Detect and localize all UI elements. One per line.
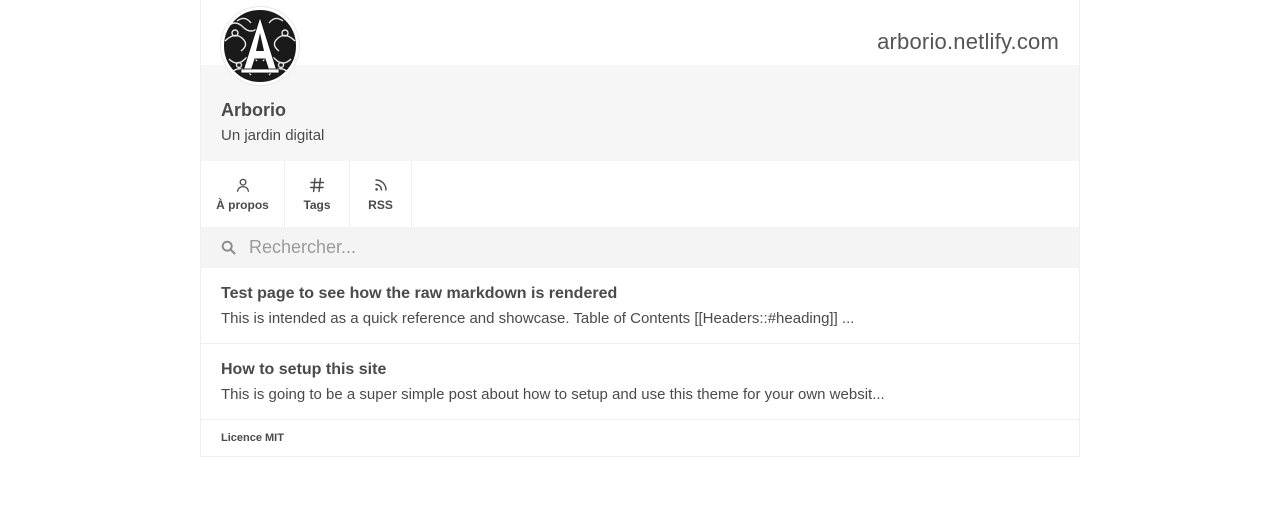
page-container: arborio.netlify.com Arborio Un jardin di…: [200, 0, 1080, 457]
nav-label-tags: Tags: [303, 197, 331, 212]
rss-icon: [374, 178, 387, 191]
hash-icon: [309, 177, 325, 192]
nav-label-rss: RSS: [368, 197, 393, 212]
ornate-letter-a-logo: [222, 8, 298, 84]
post-list-item[interactable]: Test page to see how the raw markdown is…: [201, 268, 1079, 344]
site-name[interactable]: Arborio: [221, 100, 286, 121]
site-url-link[interactable]: arborio.netlify.com: [877, 29, 1059, 55]
search-input[interactable]: [249, 233, 1049, 261]
post-title[interactable]: Test page to see how the raw markdown is…: [221, 285, 617, 303]
post-excerpt: This is intended as a quick reference an…: [221, 310, 855, 327]
avatar[interactable]: [221, 7, 299, 85]
nav-item-tags[interactable]: Tags: [285, 161, 350, 227]
main-nav: À propos Tags RSS: [201, 161, 412, 227]
header-bar: arborio.netlify.com: [201, 0, 1079, 65]
user-icon: [236, 178, 249, 192]
nav-item-about[interactable]: À propos: [201, 161, 285, 227]
site-tagline: Un jardin digital: [221, 127, 325, 144]
license-text: Licence MIT: [221, 432, 284, 444]
search-bar: [201, 227, 1079, 268]
post-title[interactable]: How to setup this site: [221, 361, 386, 379]
nav-label-about: À propos: [216, 197, 269, 212]
site-header-panel: Arborio Un jardin digital: [201, 65, 1079, 161]
post-excerpt: This is going to be a super simple post …: [221, 386, 885, 403]
nav-item-rss[interactable]: RSS: [350, 161, 412, 227]
post-list-item[interactable]: How to setup this site This is going to …: [201, 344, 1079, 420]
search-icon: [221, 240, 236, 255]
